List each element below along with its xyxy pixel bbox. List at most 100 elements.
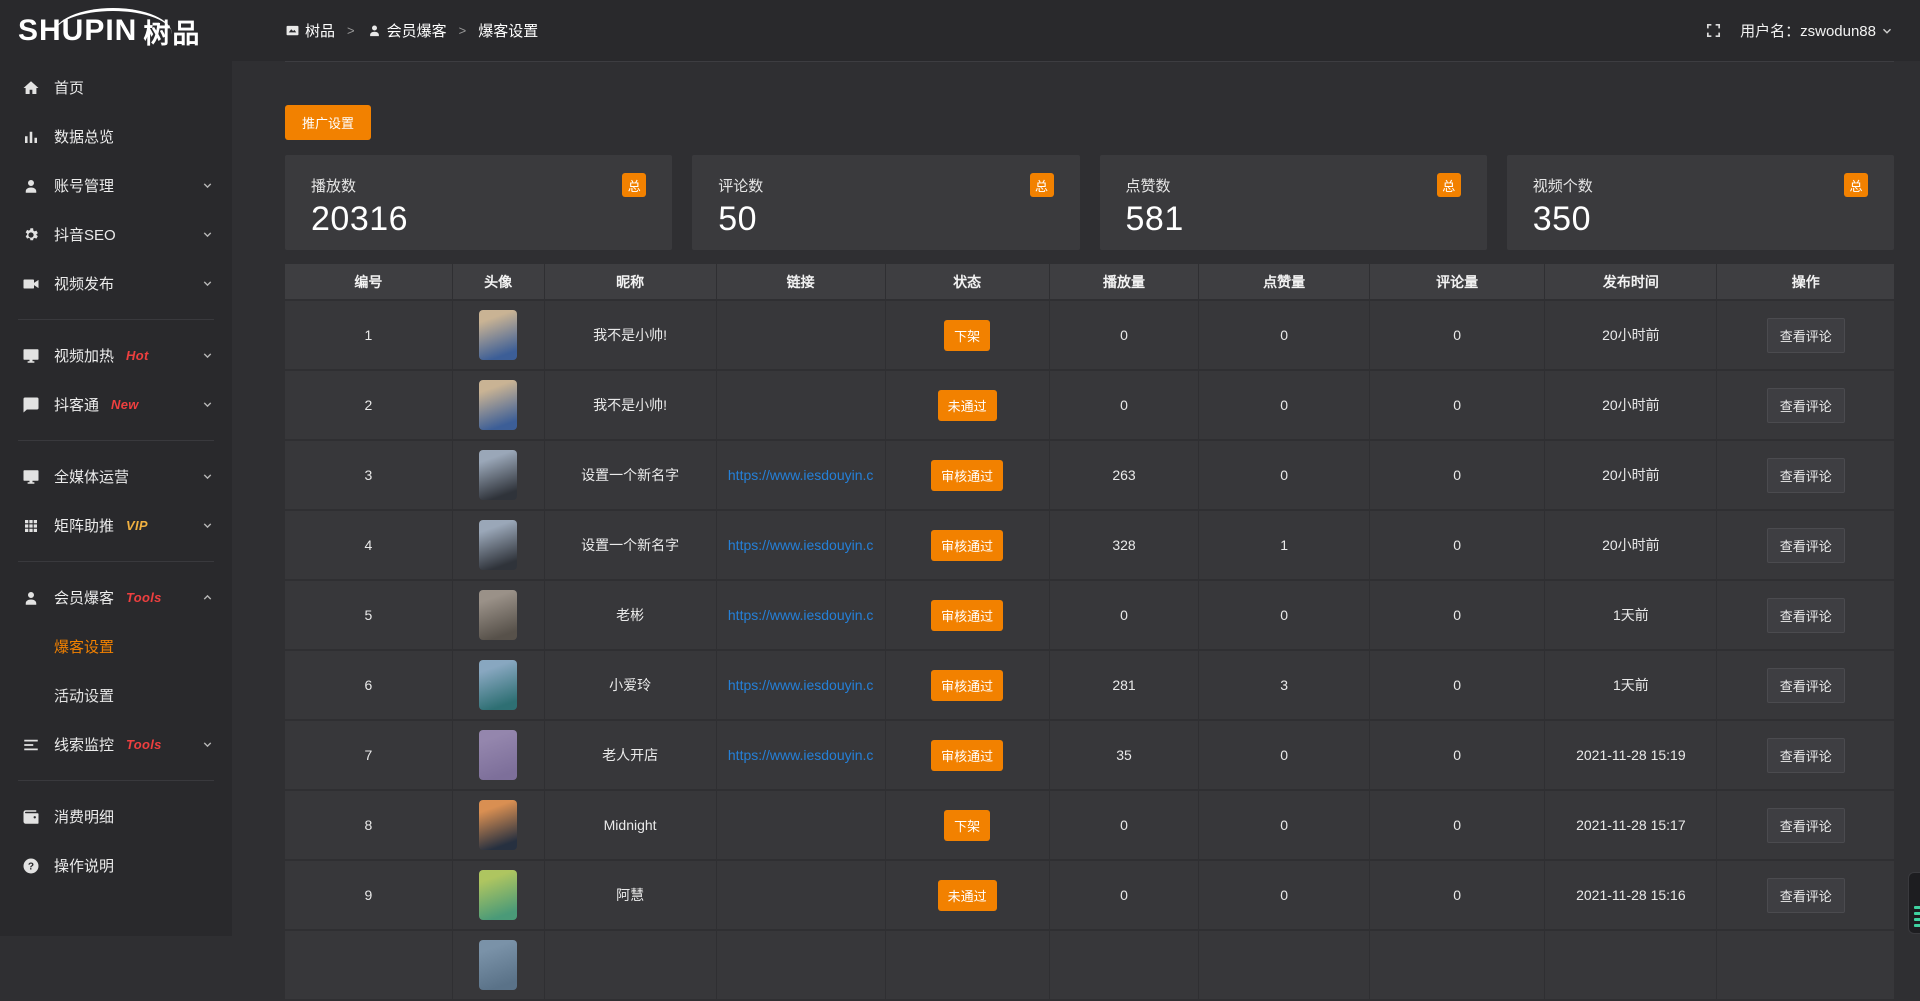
sidebar-item-home[interactable]: 首页 xyxy=(0,63,232,112)
sidebar-subitem-activity-settings[interactable]: 活动设置 xyxy=(0,671,232,720)
sidebar-item-consume-detail[interactable]: 消费明细 xyxy=(0,792,232,841)
cell-nickname: 小爱玲 xyxy=(544,650,716,720)
avatar xyxy=(479,660,517,710)
cell-avatar xyxy=(452,510,544,580)
status-badge[interactable]: 审核通过 xyxy=(931,740,1003,771)
avatar xyxy=(479,800,517,850)
avatar xyxy=(479,870,517,920)
sidebar-item-label: 首页 xyxy=(54,77,84,98)
cell-action: 查看评论 xyxy=(1717,580,1894,650)
status-badge[interactable]: 未通过 xyxy=(938,390,997,421)
sidebar-item-label: 数据总览 xyxy=(54,126,114,147)
stat-value: 20316 xyxy=(311,200,646,239)
sidebar-item-clue-monitor[interactable]: 线索监控 Tools xyxy=(0,720,232,769)
cell-nickname: 阿慧 xyxy=(544,860,716,930)
cell-comments: 0 xyxy=(1369,580,1544,650)
sidebar-subitem-label: 爆客设置 xyxy=(54,636,114,657)
total-badge: 总 xyxy=(1030,173,1054,197)
cell-status: 下架 xyxy=(885,790,1049,860)
cell-status: 审核通过 xyxy=(885,580,1049,650)
video-link[interactable]: https://www.iesdouyin.c xyxy=(717,677,885,693)
sidebar-item-douketong[interactable]: 抖客通 New xyxy=(0,380,232,429)
video-link[interactable]: https://www.iesdouyin.c xyxy=(717,467,885,483)
sidebar-item-help[interactable]: ? 操作说明 xyxy=(0,841,232,890)
sidebar-item-member-baoke[interactable]: 会员爆客 Tools xyxy=(0,573,232,622)
status-badge[interactable]: 下架 xyxy=(944,810,990,841)
sidebar-item-matrix-boost[interactable]: 矩阵助推 VIP xyxy=(0,501,232,550)
cell-likes: 0 xyxy=(1199,440,1370,510)
view-comments-button[interactable]: 查看评论 xyxy=(1767,388,1845,423)
view-comments-button[interactable]: 查看评论 xyxy=(1767,458,1845,493)
column-header: 评论量 xyxy=(1369,264,1544,300)
table-row: 4 设置一个新名字 https://www.iesdouyin.c 审核通过 3… xyxy=(285,510,1894,580)
member-icon xyxy=(22,589,40,607)
view-comments-button[interactable]: 查看评论 xyxy=(1767,668,1845,703)
view-comments-button[interactable]: 查看评论 xyxy=(1767,528,1845,563)
breadcrumb-item[interactable]: 会员爆客 xyxy=(367,20,447,41)
table-body: 1 我不是小帅! 下架 0 0 0 20小时前 查看评论 2 我不是小帅! 未通… xyxy=(285,300,1894,1000)
video-icon xyxy=(22,275,40,293)
sidebar-item-label: 线索监控 xyxy=(54,734,114,755)
user-icon xyxy=(22,177,40,195)
status-badge[interactable]: 未通过 xyxy=(938,880,997,911)
cell-plays: 0 xyxy=(1049,580,1199,650)
status-badge[interactable]: 下架 xyxy=(944,320,990,351)
cell-comments: 0 xyxy=(1369,720,1544,790)
table-header-row: 编号头像昵称链接状态播放量点赞量评论量发布时间操作 xyxy=(285,264,1894,300)
video-link[interactable]: https://www.iesdouyin.c xyxy=(717,537,885,553)
sidebar-item-douyin-seo[interactable]: 抖音SEO xyxy=(0,210,232,259)
status-badge[interactable]: 审核通过 xyxy=(931,460,1003,491)
menu-divider xyxy=(18,561,214,562)
sidebar-subitem-baoke-settings[interactable]: 爆客设置 xyxy=(0,622,232,671)
table-row: 6 小爱玲 https://www.iesdouyin.c 审核通过 281 3… xyxy=(285,650,1894,720)
video-link[interactable]: https://www.iesdouyin.c xyxy=(717,747,885,763)
chart-icon xyxy=(22,128,40,146)
sidebar-item-label: 全媒体运营 xyxy=(54,466,129,487)
status-badge[interactable]: 审核通过 xyxy=(931,600,1003,631)
view-comments-button[interactable]: 查看评论 xyxy=(1767,318,1845,353)
cell-plays: 35 xyxy=(1049,720,1199,790)
breadcrumb-item[interactable]: 爆客设置 xyxy=(478,20,538,41)
promo-settings-button[interactable]: 推广设置 xyxy=(285,105,371,140)
cell-likes: 0 xyxy=(1199,580,1370,650)
view-comments-button[interactable]: 查看评论 xyxy=(1767,808,1845,843)
cell-likes: 0 xyxy=(1199,370,1370,440)
sidebar-item-video-publish[interactable]: 视频发布 xyxy=(0,259,232,308)
cell-plays: 281 xyxy=(1049,650,1199,720)
sidebar-item-media-operation[interactable]: 全媒体运营 xyxy=(0,452,232,501)
sidebar-item-account-manage[interactable]: 账号管理 xyxy=(0,161,232,210)
table-row: 9 阿慧 未通过 0 0 0 2021-11-28 15:16 查看评论 xyxy=(285,860,1894,930)
view-comments-button[interactable]: 查看评论 xyxy=(1767,598,1845,633)
cell-likes: 1 xyxy=(1199,510,1370,580)
status-badge[interactable]: 审核通过 xyxy=(931,670,1003,701)
floating-widget[interactable] xyxy=(1908,872,1920,934)
status-badge[interactable]: 审核通过 xyxy=(931,530,1003,561)
fullscreen-icon[interactable] xyxy=(1705,22,1722,39)
cell-comments xyxy=(1369,930,1544,1000)
cell-link: https://www.iesdouyin.c xyxy=(716,580,885,650)
home-icon xyxy=(22,79,40,97)
cell-likes: 0 xyxy=(1199,860,1370,930)
table-row: 3 设置一个新名字 https://www.iesdouyin.c 审核通过 2… xyxy=(285,440,1894,510)
cell-nickname: 我不是小帅! xyxy=(544,300,716,370)
view-comments-button[interactable]: 查看评论 xyxy=(1767,878,1845,913)
video-link[interactable]: https://www.iesdouyin.c xyxy=(717,607,885,623)
breadcrumb-separator: > xyxy=(347,23,355,38)
user-menu[interactable]: 用户名：zswodun88 xyxy=(1740,20,1894,41)
cell-likes: 0 xyxy=(1199,300,1370,370)
stat-card: 评论数 总 50 xyxy=(692,155,1079,250)
app-logo[interactable]: SHUPIN 树品 xyxy=(0,0,232,62)
breadcrumb-item[interactable]: 树品 xyxy=(285,20,335,41)
cell-action xyxy=(1717,930,1894,1000)
cell-plays: 263 xyxy=(1049,440,1199,510)
sidebar-item-data-overview[interactable]: 数据总览 xyxy=(0,112,232,161)
cell-plays: 0 xyxy=(1049,370,1199,440)
cell-avatar xyxy=(452,370,544,440)
cell-action: 查看评论 xyxy=(1717,440,1894,510)
chevron-down-icon xyxy=(201,738,214,751)
wallet-icon xyxy=(22,808,40,826)
cell-id: 8 xyxy=(285,790,452,860)
sidebar-item-video-heat[interactable]: 视频加热 Hot xyxy=(0,331,232,380)
cell-status: 审核通过 xyxy=(885,510,1049,580)
view-comments-button[interactable]: 查看评论 xyxy=(1767,738,1845,773)
